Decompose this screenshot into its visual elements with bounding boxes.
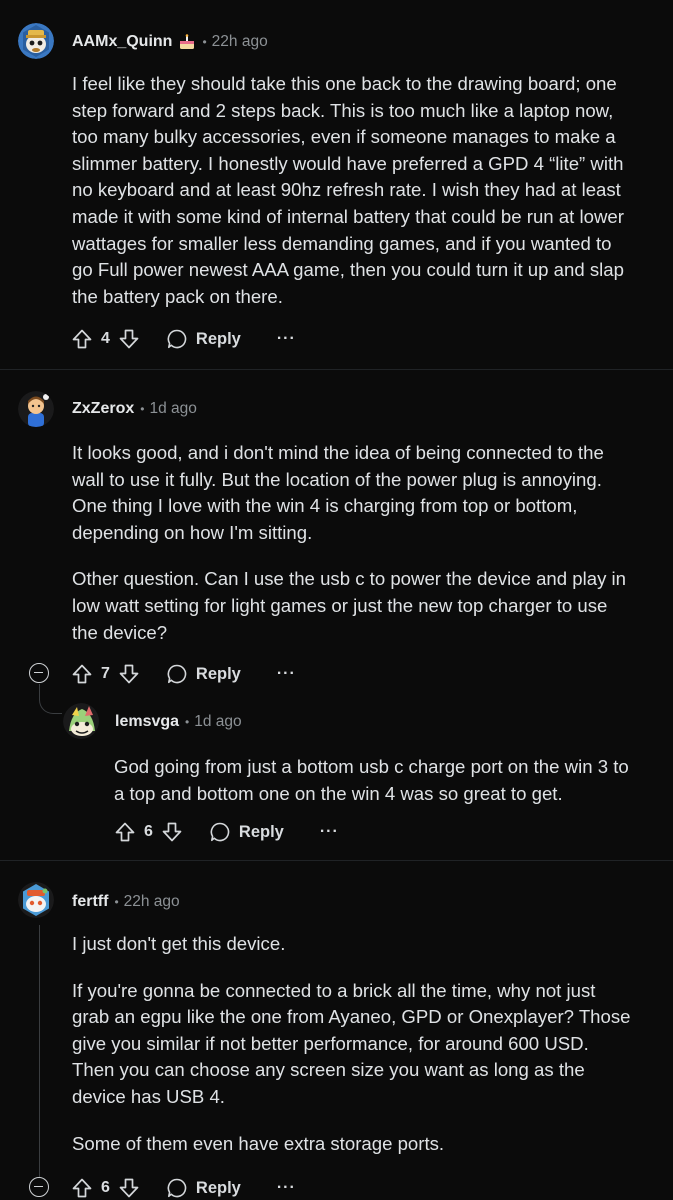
comment-bubble-icon — [167, 329, 187, 349]
vote-controls: 4 — [71, 328, 140, 350]
upvote-icon[interactable] — [71, 663, 93, 685]
reply-button[interactable]: Reply — [166, 1177, 241, 1199]
vote-controls: 6 — [71, 1177, 140, 1199]
comment-paragraph: Some of them even have extra storage por… — [72, 1132, 445, 1154]
author-name[interactable]: AAMx_Quinn — [72, 33, 172, 51]
upvote-icon[interactable] — [114, 821, 136, 843]
downvote-icon[interactable] — [161, 821, 183, 843]
timestamp[interactable]: 1d ago — [149, 400, 196, 418]
reply-connector — [39, 694, 62, 714]
comment-paragraph: I feel like they should take this one ba… — [72, 73, 624, 307]
timestamp[interactable]: 1d ago — [194, 713, 241, 731]
comment-actions: 7 Reply ··· — [71, 659, 296, 689]
comment-paragraph: God going from just a bottom usb c charg… — [114, 756, 629, 804]
vote-controls: 7 — [71, 663, 140, 685]
separator-dot: • — [140, 402, 145, 416]
more-options-button[interactable]: ··· — [320, 823, 339, 841]
reply-label: Reply — [238, 822, 284, 841]
avatar[interactable] — [63, 703, 99, 739]
vote-score: 7 — [101, 665, 110, 682]
timestamp[interactable]: 22h ago — [124, 893, 180, 911]
divider — [0, 369, 673, 370]
more-options-button[interactable]: ··· — [277, 1179, 296, 1197]
comment-paragraph: I just don't get this device. — [72, 933, 286, 954]
comment-body: It looks good, and i don't mind the idea… — [72, 440, 632, 646]
comment-paragraph: It looks good, and i don't mind the idea… — [72, 442, 604, 543]
upvote-icon[interactable] — [71, 1177, 93, 1199]
reply-label: Reply — [195, 329, 241, 348]
separator-dot: • — [185, 715, 190, 729]
avatar[interactable] — [18, 23, 54, 59]
comment-body: I just don't get this device. If you're … — [72, 931, 632, 1157]
comment-actions: 6 Reply ··· — [71, 1173, 296, 1200]
upvote-icon[interactable] — [71, 328, 93, 350]
separator-dot: • — [114, 895, 119, 909]
comment-actions: 6 Reply ··· — [114, 817, 339, 847]
collapse-thread-button[interactable] — [29, 663, 49, 683]
comment-actions: 4 Reply ··· — [71, 324, 296, 354]
downvote-icon[interactable] — [118, 1177, 140, 1199]
reply-button[interactable]: Reply — [209, 821, 284, 843]
comment-paragraph: Other question. Can I use the usb c to p… — [72, 568, 627, 643]
reply-button[interactable]: Reply — [166, 328, 241, 350]
collapse-thread-button[interactable] — [29, 1177, 49, 1197]
timestamp[interactable]: 22h ago — [212, 33, 268, 51]
vote-score: 6 — [101, 1179, 110, 1196]
author-name[interactable]: fertff — [72, 893, 108, 911]
vote-controls: 6 — [114, 821, 183, 843]
thread-line — [39, 925, 40, 1177]
author-name[interactable]: lemsvga — [115, 713, 179, 731]
cake-icon — [178, 34, 196, 50]
avatar[interactable] — [18, 391, 54, 427]
separator-dot: • — [202, 35, 207, 49]
comment-thread: AAMx_Quinn • 22h ago I feel like they sh… — [0, 0, 673, 1200]
downvote-icon[interactable] — [118, 663, 140, 685]
more-options-button[interactable]: ··· — [277, 330, 296, 348]
comment-body: God going from just a bottom usb c charg… — [114, 754, 634, 807]
comment-body: I feel like they should take this one ba… — [72, 71, 632, 310]
comment-bubble-icon — [210, 822, 230, 842]
more-options-button[interactable]: ··· — [277, 665, 296, 683]
comment-paragraph: If you're gonna be connected to a brick … — [72, 979, 631, 1107]
reply-label: Reply — [195, 1178, 241, 1197]
comment-bubble-icon — [167, 664, 187, 684]
author-name[interactable]: ZxZerox — [72, 400, 134, 418]
vote-score: 6 — [144, 823, 153, 840]
reply-button[interactable]: Reply — [166, 663, 241, 685]
divider — [0, 860, 673, 861]
downvote-icon[interactable] — [118, 328, 140, 350]
comment-bubble-icon — [167, 1178, 187, 1198]
avatar[interactable] — [18, 882, 54, 918]
vote-score: 4 — [101, 330, 110, 347]
reply-label: Reply — [195, 664, 241, 683]
